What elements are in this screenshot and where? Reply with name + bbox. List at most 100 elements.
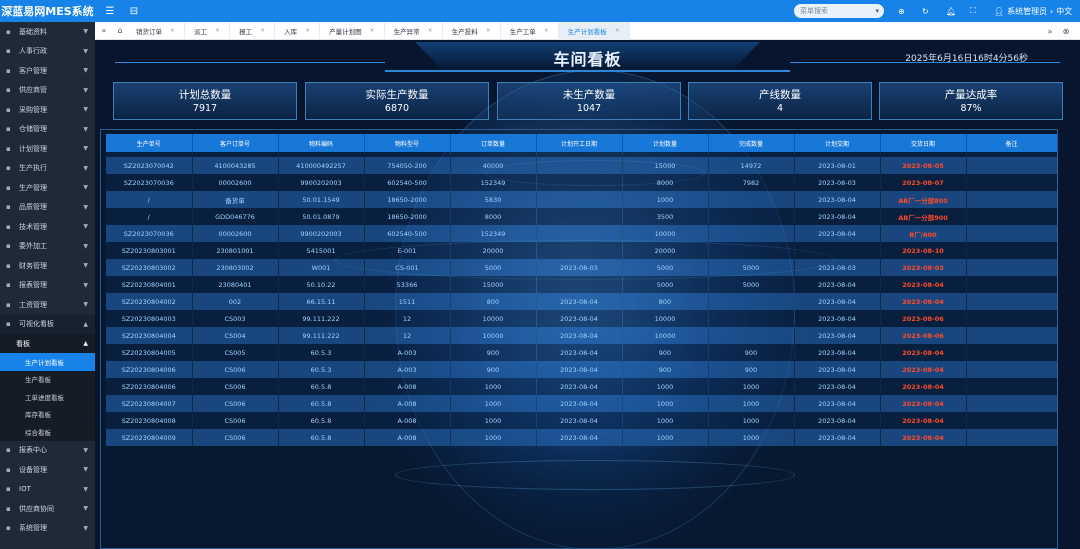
tab-3[interactable]: 入库 ×	[275, 21, 321, 40]
table-row[interactable]: SZ20230804006 CS006 60.5.3 A-003 900 2023-08-…	[106, 361, 1058, 378]
close-icon[interactable]: ×	[544, 27, 549, 34]
column-header: 物料编码	[278, 134, 365, 152]
kpi-card: 产线数量 4	[688, 82, 872, 120]
sidebar-item[interactable]: ▪ 委外加工 ▼	[0, 237, 95, 257]
tab-6[interactable]: 生产投料 ×	[443, 21, 501, 40]
sidebar-item[interactable]: ▪ 品质管理 ▼	[0, 198, 95, 218]
menu-toggle-icon[interactable]: ☰	[101, 2, 119, 20]
close-icon[interactable]: ×	[305, 27, 310, 34]
table-row[interactable]: SZ2023070036 00002600 9900202003 602540-500…	[106, 225, 1058, 242]
chevron-down-icon: ▼	[83, 485, 88, 493]
tab-0[interactable]: 销货订单 ×	[127, 21, 186, 40]
sidebar-item[interactable]: ▪ 设备管理 ▼	[0, 460, 95, 480]
sidebar-submenu-label: 看板	[16, 339, 30, 348]
close-icon[interactable]: ×	[170, 27, 175, 34]
chevron-down-icon: ▼	[83, 125, 88, 133]
table-cell	[966, 327, 1058, 344]
table-cell: 60.5.8	[278, 395, 365, 412]
sidebar-item[interactable]: ▪ 可视化看板 ▲	[0, 314, 95, 334]
table-row[interactable]: SZ20230804001 23080401 50.10.22 53366 15000 5…	[106, 276, 1058, 293]
chevron-up-icon: ▲	[83, 340, 88, 347]
close-icon[interactable]: ×	[260, 27, 265, 34]
table-cell: 12	[364, 327, 451, 344]
sidebar-item[interactable]: ▪ 客户管理 ▼	[0, 61, 95, 81]
close-icon[interactable]: ×	[486, 27, 491, 34]
table-cell: A-008	[364, 395, 451, 412]
language-switch[interactable]: › 中文	[1050, 0, 1072, 22]
grid-icon: ▪	[6, 27, 11, 36]
tab-1[interactable]: 派工 ×	[185, 21, 231, 40]
table-row[interactable]: / GDD046776 50.01.0879 18650-2000 8000 3500 20…	[106, 208, 1058, 225]
close-icon[interactable]: ×	[428, 27, 433, 34]
close-icon[interactable]: ×	[615, 27, 620, 34]
table-row[interactable]: SZ20230804003 CS003 99.111.222 12 10000 2023-…	[106, 310, 1058, 327]
table-header: 生产单号 客户订单号 物料编码 物料型号 订单数量 计划开工日期 计划数量 完成数量 计划交期交…	[106, 134, 1058, 152]
sidebar-item[interactable]: ▪ 人事行政 ▼	[0, 42, 95, 62]
sidebar-item[interactable]: ▪ IOT ▼	[0, 480, 95, 500]
globe-icon[interactable]: ⊕	[898, 0, 905, 22]
table-row[interactable]: / 备货单 50.01.1549 18650-2000 5830 1000 2023-08-…	[106, 191, 1058, 208]
sidebar-subitem[interactable]: 库存看板	[0, 405, 95, 423]
user-menu[interactable]: 👤︎ 系统管理员	[994, 0, 1047, 22]
table-row[interactable]: SZ20230804007 CS006 60.5.8 A-008 1000 2023-08…	[106, 395, 1058, 412]
table-cell: E-001	[364, 242, 451, 259]
table-row[interactable]: SZ20230804008 CS006 60.5.8 A-008 1000 2023-08…	[106, 412, 1058, 429]
tabs-scroll-right-icon[interactable]: »	[1042, 27, 1058, 36]
table-row[interactable]: SZ20230804004 CS004 99.111.222 12 10000 2023-…	[106, 327, 1058, 344]
sidebar-item[interactable]: ▪ 供应商协同 ▼	[0, 499, 95, 519]
chevron-up-icon: ▲	[83, 320, 88, 328]
tab-label: 产量计划图	[329, 27, 362, 36]
sidebar-subitem[interactable]: 生产看板	[0, 370, 95, 388]
bell-icon[interactable]: 🔔︎	[946, 0, 956, 22]
sidebar-item[interactable]: ▪ 仓储管理 ▼	[0, 120, 95, 140]
table-cell	[966, 429, 1058, 446]
sidebar-item[interactable]: ▪ 财务管理 ▼	[0, 256, 95, 276]
sidebar-item-label: 报表中心	[19, 446, 47, 455]
table-row[interactable]: SZ2023070042 4100043285 410000492257 754050…	[106, 157, 1058, 174]
table-cell: SZ2023070042	[106, 157, 193, 174]
sidebar-subitem[interactable]: 工单进度看板	[0, 388, 95, 406]
sidebar-item[interactable]: ▪ 基础资料 ▼	[0, 22, 95, 42]
table-row[interactable]: SZ20230803002 230803002 W001 CS-001 5000 2023…	[106, 259, 1058, 276]
table-cell: 2023-08-04	[880, 412, 967, 429]
table-row[interactable]: SZ20230804009 CS006 60.5.8 A-008 1000 2023-08…	[106, 429, 1058, 446]
sidebar-item[interactable]: ▪ 计划管理 ▼	[0, 139, 95, 159]
tabs-scroll-left-icon[interactable]: «	[95, 26, 113, 35]
sidebar-item-label: 生产管理	[19, 183, 47, 192]
sidebar-item[interactable]: ▪ 生产执行 ▼	[0, 159, 95, 179]
table-cell	[536, 191, 623, 208]
tabs-icon[interactable]: ⊟	[125, 2, 143, 20]
tabs-close-all-icon[interactable]: ⊗	[1058, 27, 1074, 36]
home-icon[interactable]: ⌂	[113, 26, 127, 35]
menu-search-input[interactable]: 菜单搜索 ▾	[794, 4, 884, 18]
sidebar-submenu-kanban[interactable]: 看板 ▲	[0, 334, 95, 353]
tab-2[interactable]: 报工 ×	[230, 21, 276, 40]
tab-7[interactable]: 生产工单 ×	[501, 21, 559, 40]
tab-5[interactable]: 生产异常 ×	[385, 21, 443, 40]
table-row[interactable]: SZ20230803001 230801001 5415001 E-001 20000 2…	[106, 242, 1058, 259]
table-cell: 40000	[450, 157, 537, 174]
sidebar-item[interactable]: ▪ 采购管理 ▼	[0, 100, 95, 120]
sidebar-item[interactable]: ▪ 供应商管 ▼	[0, 81, 95, 101]
close-icon[interactable]: ×	[215, 27, 220, 34]
table-row[interactable]: SZ20230804005 CS005 60.5.3 A-003 900 2023-08-…	[106, 344, 1058, 361]
sidebar-item[interactable]: ▪ 技术管理 ▼	[0, 217, 95, 237]
table-cell: 2023-08-04	[794, 208, 881, 225]
sidebar-item[interactable]: ▪ 报表中心 ▼	[0, 441, 95, 461]
tab-4[interactable]: 产量计划图 ×	[320, 21, 385, 40]
sidebar-item[interactable]: ▪ 系统管理 ▼	[0, 519, 95, 539]
refresh-icon[interactable]: ↻	[922, 0, 929, 22]
tab-8[interactable]: 生产计划看板 ×	[558, 21, 630, 40]
sidebar-subitem[interactable]: 生产计划看板	[0, 353, 95, 371]
table-cell: 10000	[622, 327, 709, 344]
fullscreen-icon[interactable]: ⛶	[970, 0, 976, 22]
table-row[interactable]: SZ2023070036 00002600 9900202003 602540-500…	[106, 174, 1058, 191]
table-row[interactable]: SZ20230804006 CS006 60.5.8 A-008 1000 2023-08…	[106, 378, 1058, 395]
table-row[interactable]: SZ20230804002 002 66.15.11 1511 800 2023-08-0…	[106, 293, 1058, 310]
sidebar-subitem[interactable]: 综合看板	[0, 423, 95, 441]
table-cell: 1000	[622, 412, 709, 429]
sidebar-item[interactable]: ▪ 报表管理 ▼	[0, 276, 95, 296]
close-icon[interactable]: ×	[370, 27, 375, 34]
sidebar-item[interactable]: ▪ 工资管理 ▼	[0, 295, 95, 315]
sidebar-item[interactable]: ▪ 生产管理 ▼	[0, 178, 95, 198]
